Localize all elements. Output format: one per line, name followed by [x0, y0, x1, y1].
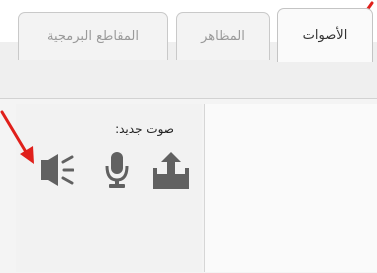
- sound-editor-area: [204, 104, 377, 272]
- new-sound-label: صوت جديد:: [115, 122, 174, 136]
- tab-sounds[interactable]: الأصوات: [277, 8, 373, 62]
- tab-code-label: المقاطع البرمجية: [47, 29, 139, 44]
- microphone-icon[interactable]: [104, 150, 130, 190]
- upload-icon[interactable]: [152, 150, 190, 190]
- annotation-arrow-library: [0, 110, 34, 164]
- tab-costumes[interactable]: المظاهر: [176, 12, 270, 60]
- tab-costumes-label: المظاهر: [201, 29, 245, 44]
- tab-sounds-label: الأصوات: [302, 28, 348, 43]
- tab-code[interactable]: المقاطع البرمجية: [18, 12, 168, 60]
